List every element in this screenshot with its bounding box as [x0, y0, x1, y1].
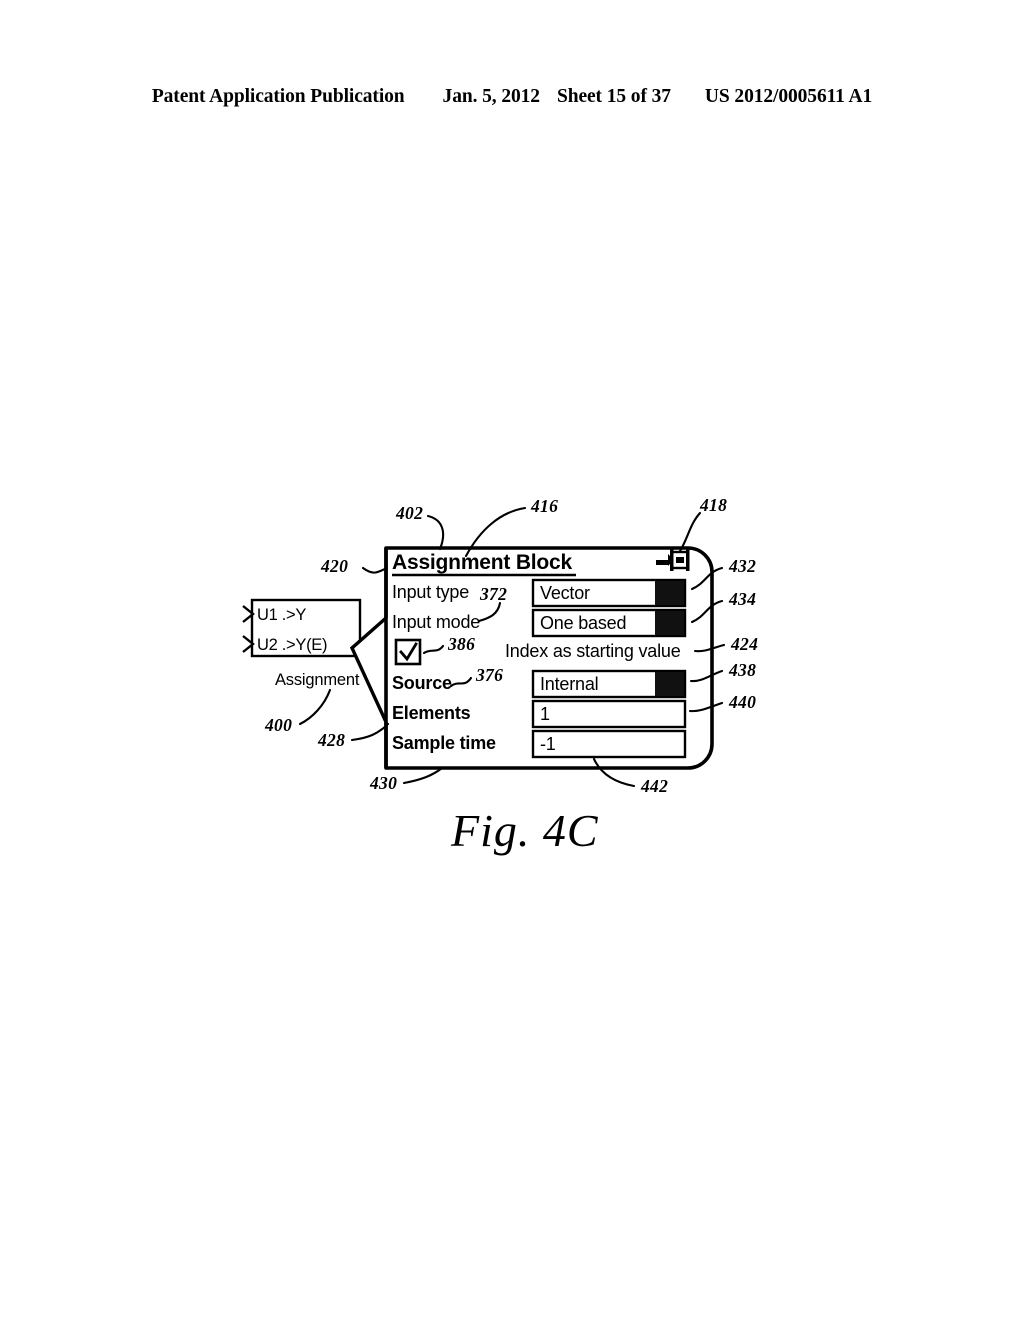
refnum-386: 386	[448, 634, 476, 654]
label-elements: Elements	[392, 703, 471, 723]
label-input-type: Input type	[392, 582, 470, 602]
refnum-434: 434	[729, 589, 757, 609]
refnum-372: 372	[480, 584, 508, 604]
figure-caption: Fig. 4C	[451, 805, 599, 856]
block-port-label-1: U1 .>Y	[257, 606, 307, 624]
dialog-title: Assignment Block	[392, 551, 573, 574]
refnum-400: 400	[265, 715, 293, 735]
value-sample-time: -1	[540, 734, 556, 754]
label-index-as-starting-value: Index as starting value	[505, 641, 681, 661]
refnum-416: 416	[531, 496, 559, 516]
index-as-starting-value-checkbox[interactable]	[394, 638, 422, 666]
figure-4c: U1 .>Y U2 .>Y(E) Assignment Assignment B…	[0, 0, 1024, 1320]
refnum-428: 428	[318, 730, 346, 750]
value-elements: 1	[540, 704, 550, 724]
refnum-442: 442	[641, 776, 669, 796]
refnum-438: 438	[729, 660, 757, 680]
value-input-mode: One based	[540, 613, 627, 633]
refnum-440: 440	[729, 692, 757, 712]
value-source: Internal	[540, 674, 599, 694]
refnum-418: 418	[700, 495, 728, 515]
label-sample-time: Sample time	[392, 733, 496, 753]
block-port-label-2: U2 .>Y(E)	[257, 636, 328, 654]
label-input-mode: Input mode	[392, 612, 481, 632]
refnum-430: 430	[370, 773, 398, 793]
refnum-420: 420	[321, 556, 349, 576]
refnum-376: 376	[476, 665, 504, 685]
value-input-type: Vector	[540, 583, 590, 603]
refnum-432: 432	[729, 556, 757, 576]
elements-textfield[interactable]	[531, 699, 687, 729]
label-source: Source	[392, 673, 452, 693]
block-caption: Assignment	[275, 671, 360, 689]
refnum-402: 402	[396, 503, 424, 523]
refnum-424: 424	[731, 634, 759, 654]
